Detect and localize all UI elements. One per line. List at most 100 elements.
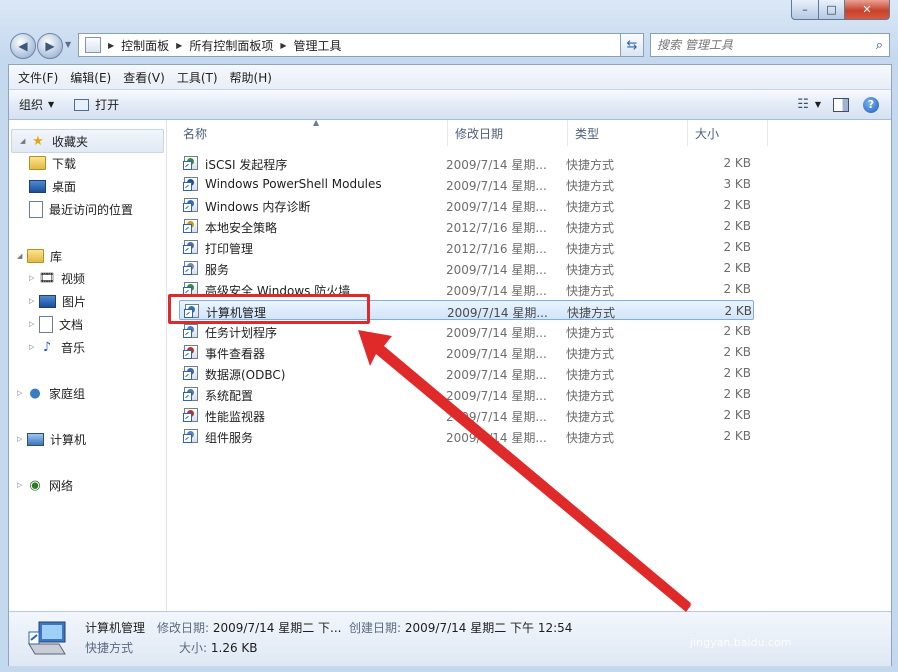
toolbar-right: ☷ ▼ ? bbox=[797, 96, 891, 113]
search-box[interactable]: ⌕ bbox=[650, 33, 890, 57]
file-size: 2 KB bbox=[723, 198, 751, 212]
sidebar-item-videos[interactable]: ▷ 🎞 视频 bbox=[21, 267, 85, 289]
file-name: 组件服务 bbox=[205, 431, 254, 445]
sidebar-label: 视频 bbox=[61, 271, 86, 286]
open-label: 打开 bbox=[95, 98, 120, 112]
expand-icon[interactable]: ▷ bbox=[17, 481, 27, 489]
column-header-type[interactable]: 类型 bbox=[567, 120, 688, 146]
file-row[interactable]: 服务 2009/7/14 星期... 快捷方式 2 KB bbox=[179, 258, 754, 278]
chevron-down-icon[interactable]: ▼ bbox=[815, 100, 821, 109]
change-view-icon[interactable]: ☷ bbox=[797, 97, 809, 112]
file-type: 快捷方式 bbox=[566, 263, 615, 277]
shortcut-icon bbox=[183, 176, 198, 191]
network-icon: ◉ bbox=[29, 477, 41, 493]
menu-file[interactable]: 文件(F) bbox=[12, 69, 64, 86]
file-row[interactable]: 任务计划程序 2009/7/14 星期... 快捷方式 2 KB bbox=[179, 321, 754, 341]
refresh-icon: ⇆ bbox=[626, 37, 638, 53]
open-button[interactable]: 打开 bbox=[64, 96, 129, 113]
file-row[interactable]: 组件服务 2009/7/14 星期... 快捷方式 2 KB bbox=[179, 426, 754, 446]
shortcut-icon bbox=[183, 344, 198, 359]
expand-icon[interactable]: ▷ bbox=[29, 297, 39, 305]
details-created-label: 创建日期: bbox=[349, 621, 402, 635]
file-name: 打印管理 bbox=[205, 242, 254, 256]
file-row[interactable]: 系统配置 2009/7/14 星期... 快捷方式 2 KB bbox=[179, 384, 754, 404]
expand-icon[interactable]: ▷ bbox=[29, 274, 39, 282]
back-button[interactable]: ◀ bbox=[10, 33, 36, 59]
documents-library-icon bbox=[39, 315, 53, 333]
sidebar-label: 桌面 bbox=[52, 179, 77, 194]
file-date: 2009/7/14 星期... bbox=[446, 263, 547, 277]
sidebar-item-computer[interactable]: ▷ 计算机 bbox=[9, 428, 86, 450]
sidebar-item-pictures[interactable]: ▷ 图片 bbox=[21, 290, 86, 312]
column-header-name[interactable]: 名称 ▲ bbox=[175, 118, 448, 146]
open-icon bbox=[74, 98, 90, 111]
file-size: 2 KB bbox=[723, 324, 751, 338]
chevron-right-icon[interactable]: ▶ bbox=[173, 41, 185, 50]
refresh-button[interactable]: ⇆ bbox=[620, 33, 644, 57]
file-row[interactable]: 事件查看器 2009/7/14 星期... 快捷方式 2 KB bbox=[179, 342, 754, 362]
file-row[interactable]: 打印管理 2012/7/16 星期... 快捷方式 2 KB bbox=[179, 237, 754, 257]
file-row[interactable]: iSCSI 发起程序 2009/7/14 星期... 快捷方式 2 KB bbox=[179, 153, 754, 173]
chevron-right-icon[interactable]: ▶ bbox=[105, 41, 117, 50]
sidebar-item-favorites[interactable]: ◢ ★ 收藏夹 bbox=[11, 129, 164, 153]
file-name: 性能监视器 bbox=[205, 410, 266, 424]
video-library-icon: 🎞 bbox=[38, 270, 56, 286]
column-header-date[interactable]: 修改日期 bbox=[447, 120, 568, 146]
details-modified-value: 2009/7/14 星期二 下... bbox=[212, 621, 342, 635]
file-date: 2009/7/14 星期... bbox=[446, 179, 547, 193]
breadcrumb-item[interactable]: 所有控制面板项 bbox=[185, 37, 277, 54]
homegroup-icon: ● bbox=[29, 385, 41, 401]
search-icon[interactable]: ⌕ bbox=[876, 38, 883, 53]
sidebar-item-recent-places[interactable]: 最近访问的位置 bbox=[29, 198, 133, 220]
file-date: 2009/7/14 星期... bbox=[446, 389, 547, 403]
file-type: 快捷方式 bbox=[567, 306, 616, 320]
file-row[interactable]: 本地安全策略 2012/7/16 星期... 快捷方式 2 KB bbox=[179, 216, 754, 236]
expand-icon[interactable]: ▷ bbox=[29, 343, 39, 351]
collapse-icon[interactable]: ◢ bbox=[17, 252, 27, 260]
chevron-right-icon[interactable]: ▶ bbox=[277, 41, 289, 50]
expand-icon[interactable]: ▷ bbox=[29, 320, 39, 328]
file-row[interactable]: 数据源(ODBC) 2009/7/14 星期... 快捷方式 2 KB bbox=[179, 363, 754, 383]
sidebar-item-libraries[interactable]: ◢ 库 bbox=[9, 245, 62, 267]
menu-help[interactable]: 帮助(H) bbox=[224, 69, 278, 86]
address-bar[interactable]: ▶ 控制面板 ▶ 所有控制面板项 ▶ 管理工具 ▼ bbox=[78, 33, 642, 57]
file-date: 2009/7/14 星期... bbox=[446, 431, 547, 445]
recent-pages-dropdown[interactable]: ▼ bbox=[65, 40, 71, 49]
expand-icon[interactable]: ▷ bbox=[17, 435, 27, 443]
sidebar-item-music[interactable]: ▷ ♪ 音乐 bbox=[21, 336, 85, 358]
computer-management-icon bbox=[28, 621, 66, 655]
highlight-box bbox=[168, 294, 370, 324]
menu-edit[interactable]: 编辑(E) bbox=[64, 69, 117, 86]
desktop-icon bbox=[29, 179, 46, 193]
details-modified: 修改日期: 2009/7/14 星期二 下... bbox=[157, 619, 341, 636]
search-input[interactable] bbox=[651, 37, 859, 53]
organize-button[interactable]: 组织 ▼ bbox=[9, 96, 64, 113]
close-button[interactable]: ✕ bbox=[845, 0, 890, 20]
expand-icon[interactable]: ▷ bbox=[17, 389, 27, 397]
menu-view[interactable]: 查看(V) bbox=[117, 69, 171, 86]
preview-pane-icon[interactable] bbox=[833, 97, 849, 112]
menu-tools[interactable]: 工具(T) bbox=[171, 69, 224, 86]
shortcut-icon bbox=[183, 239, 198, 254]
breadcrumb-item[interactable]: 管理工具 bbox=[290, 37, 346, 54]
back-arrow-icon: ◀ bbox=[18, 39, 28, 53]
collapse-icon[interactable]: ◢ bbox=[20, 137, 30, 145]
sidebar-item-documents[interactable]: ▷ 文档 bbox=[21, 313, 83, 335]
forward-button[interactable]: ▶ bbox=[37, 33, 63, 59]
file-row[interactable]: Windows PowerShell Modules 2009/7/14 星期..… bbox=[179, 174, 754, 194]
file-row[interactable]: Windows 内存诊断 2009/7/14 星期... 快捷方式 2 KB bbox=[179, 195, 754, 215]
help-icon[interactable]: ? bbox=[863, 96, 879, 113]
maximize-button[interactable]: □ bbox=[819, 0, 845, 20]
sidebar-label: 收藏夹 bbox=[52, 134, 89, 149]
file-row[interactable]: 性能监视器 2009/7/14 星期... 快捷方式 2 KB bbox=[179, 405, 754, 425]
sidebar-item-network[interactable]: ▷ ◉ 网络 bbox=[9, 474, 73, 496]
breadcrumb-item[interactable]: 控制面板 bbox=[117, 37, 173, 54]
details-created: 创建日期: 2009/7/14 星期二 下午 12:54 bbox=[349, 619, 572, 636]
sidebar-item-homegroup[interactable]: ▷ ● 家庭组 bbox=[9, 382, 85, 404]
sidebar-item-desktop[interactable]: 桌面 bbox=[29, 175, 76, 197]
minimize-button[interactable]: – bbox=[791, 0, 819, 20]
column-header-size[interactable]: 大小 bbox=[687, 120, 768, 146]
sidebar-item-downloads[interactable]: 下载 bbox=[29, 152, 76, 174]
file-date: 2009/7/14 星期... bbox=[447, 306, 548, 320]
music-library-icon: ♪ bbox=[42, 339, 52, 355]
